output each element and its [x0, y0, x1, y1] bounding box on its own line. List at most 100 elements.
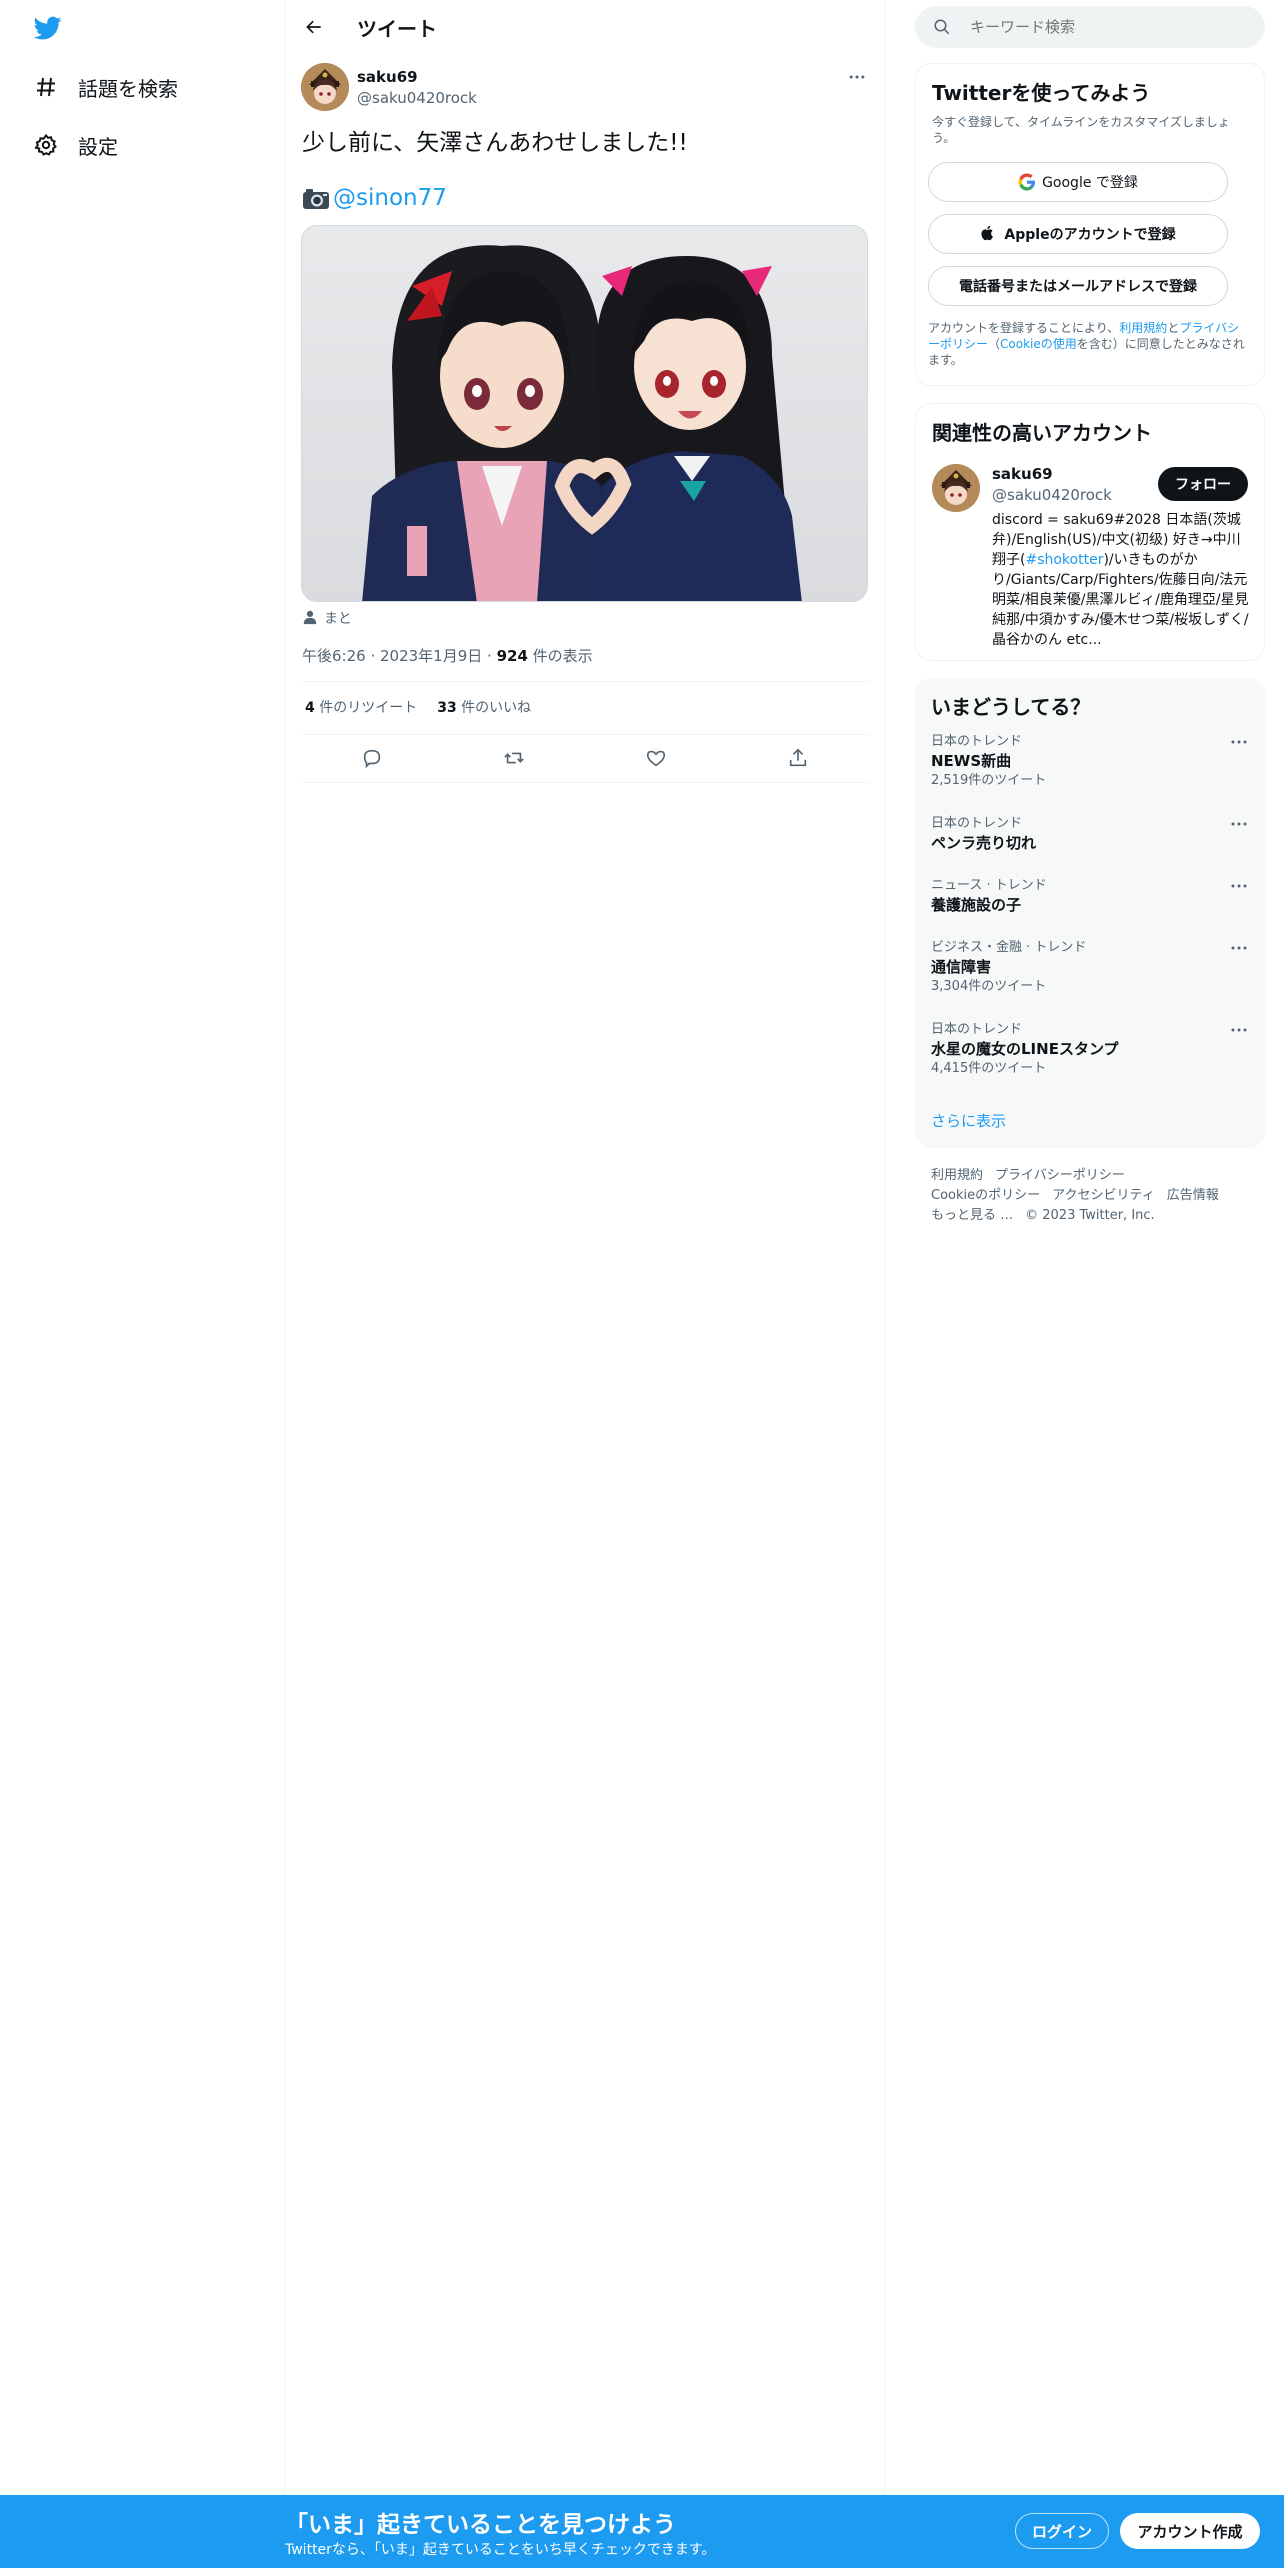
terms-prefix: アカウントを登録することにより、 — [928, 321, 1120, 335]
more-icon[interactable] — [1229, 878, 1249, 894]
trend-item[interactable]: 日本のトレンド NEWS新曲 2,519件のツイート — [931, 734, 1249, 790]
google-signup-label: Google で登録 — [1042, 175, 1138, 191]
bottom-bar-subtitle: Twitterなら、「いま」起きていることをいち早くチェックできます。 — [285, 2542, 716, 2558]
views-label: 件の表示 — [527, 647, 593, 665]
footer-link[interactable]: 利用規約 — [931, 1168, 983, 1183]
reply-icon[interactable] — [359, 745, 385, 771]
related-bio: discord = saku69#2028 日本語(茨城弁)/English(U… — [992, 510, 1254, 650]
tweet-photo[interactable] — [301, 225, 868, 602]
nav-item-label: 設定 — [78, 134, 118, 159]
left-nav: 話題を検索 設定 — [0, 0, 285, 2495]
header: ツイート — [285, 0, 885, 53]
follow-button[interactable]: フォロー — [1158, 467, 1248, 501]
tagged-user-name: まと — [324, 611, 352, 627]
retweets-count: 4 — [305, 700, 315, 716]
login-button[interactable]: ログイン — [1015, 2513, 1109, 2549]
related-name[interactable]: saku69 — [992, 465, 1053, 483]
divider — [301, 782, 869, 783]
more-icon[interactable] — [1229, 734, 1249, 750]
photo-credit: @sinon77 — [302, 182, 447, 214]
nav-item-settings[interactable]: 設定 — [32, 125, 118, 165]
phone-signup-button[interactable]: 電話番号またはメールアドレスで登録 — [928, 266, 1228, 306]
more-icon[interactable] — [845, 67, 869, 87]
phone-signup-label: 電話番号またはメールアドレスで登録 — [959, 279, 1197, 295]
terms-paren: （ — [988, 337, 1001, 351]
retweets-label: 件のリツイート — [314, 700, 418, 716]
tweet-stats: 4 件のリツイート 33 件のいいね — [305, 697, 551, 717]
trend-name: ペンラ売り切れ — [931, 834, 1037, 852]
likes-label: 件のいいね — [456, 700, 532, 716]
trend-count: 4,415件のツイート — [931, 1061, 1047, 1076]
create-account-button[interactable]: アカウント作成 — [1120, 2513, 1260, 2549]
bio-hashtag-link[interactable]: #shokotter — [1025, 552, 1103, 568]
more-icon[interactable] — [1229, 940, 1249, 956]
trend-context: 日本のトレンド — [931, 1022, 1023, 1037]
share-icon[interactable] — [785, 745, 811, 771]
signup-title: Twitterを使ってみよう — [932, 81, 1151, 105]
cookie-link[interactable]: Cookieの使用 — [1000, 337, 1077, 351]
trend-count: 2,519件のツイート — [931, 773, 1047, 788]
search-box[interactable] — [915, 6, 1265, 48]
footer-link[interactable]: 広告情報 — [1167, 1188, 1219, 1203]
signup-subtitle: 今すぐ登録して、タイムラインをカスタマイズしましょう。 — [932, 115, 1230, 145]
google-signup-button[interactable]: Google で登録 — [928, 162, 1228, 202]
author-name[interactable]: saku69 — [357, 68, 418, 86]
likes-count: 33 — [437, 700, 457, 716]
trend-name: 通信障害 — [931, 958, 992, 976]
more-icon[interactable] — [1229, 816, 1249, 832]
author-handle[interactable]: @saku0420rock — [357, 89, 477, 107]
terms-link[interactable]: 利用規約 — [1119, 321, 1167, 335]
divider — [301, 681, 869, 682]
apple-signup-label: Appleのアカウントで登録 — [1004, 227, 1176, 243]
footer-link[interactable]: プライバシーポリシー — [995, 1168, 1125, 1183]
related-accounts-card: 関連性の高いアカウント saku69 @saku0420rock フォロー di… — [915, 403, 1265, 661]
trend-name: NEWS新曲 — [931, 752, 1012, 770]
footer: 利用規約 プライバシーポリシー Cookieのポリシー アクセシビリティ 広告情報 も… — [931, 1166, 1261, 1226]
like-icon[interactable] — [643, 745, 669, 771]
trend-item[interactable]: 日本のトレンド ペンラ売り切れ — [931, 816, 1249, 854]
trend-count: 3,304件のツイート — [931, 979, 1047, 994]
footer-link[interactable]: もっと見る … — [931, 1208, 1013, 1223]
bottom-bar-title: 「いま」起きていることを見つけよう — [285, 2512, 676, 2538]
trend-item[interactable]: 日本のトレンド 水星の魔女のLINEスタンプ 4,415件のツイート — [931, 1022, 1249, 1078]
page-title: ツイート — [357, 17, 437, 41]
person-icon — [302, 609, 320, 627]
trend-item[interactable]: ニュース · トレンド 養護施設の子 — [931, 878, 1249, 916]
tweet-time[interactable]: 午後6:26 — [302, 647, 366, 665]
trends-title: いまどうしてる？ — [931, 695, 1091, 719]
twitter-bird-icon[interactable] — [32, 14, 64, 42]
likes-stat[interactable]: 33 件のいいね — [437, 697, 531, 717]
avatar[interactable] — [301, 63, 349, 111]
trend-context: ビジネス・金融 · トレンド — [931, 940, 1087, 955]
tagged-users[interactable]: まと — [302, 608, 352, 628]
views-count: 924 — [496, 647, 528, 665]
tweet-actions — [301, 742, 869, 774]
footer-link[interactable]: Cookieのポリシー — [931, 1188, 1040, 1203]
related-title: 関連性の高いアカウント — [932, 421, 1152, 445]
avatar[interactable] — [932, 464, 980, 512]
hashtag-icon — [32, 73, 60, 101]
related-handle[interactable]: @saku0420rock — [992, 486, 1112, 504]
terms-text: アカウントを登録することにより、利用規約とプライバシーポリシー（Cookieの使… — [928, 320, 1248, 368]
trend-item[interactable]: ビジネス・金融 · トレンド 通信障害 3,304件のツイート — [931, 940, 1249, 996]
nav-item-explore[interactable]: 話題を検索 — [32, 67, 178, 107]
search-input[interactable] — [970, 16, 1240, 38]
copyright: © 2023 Twitter, Inc. — [1025, 1208, 1155, 1223]
retweets-stat[interactable]: 4 件のリツイート — [305, 697, 417, 717]
trend-context: 日本のトレンド — [931, 734, 1023, 749]
tweet-text: 少し前に、矢澤さんあわせしました!! — [302, 130, 688, 156]
bottom-signup-bar: 「いま」起きていることを見つけよう Twitterなら、「いま」起きていることを… — [0, 2495, 1284, 2568]
retweet-icon[interactable] — [501, 745, 527, 771]
more-icon[interactable] — [1229, 1022, 1249, 1038]
show-more-link[interactable]: さらに表示 — [931, 1110, 1006, 1131]
camera-icon — [302, 187, 330, 209]
tweet-date[interactable]: 2023年1月9日 — [380, 647, 482, 665]
nav-item-label: 話題を検索 — [78, 76, 178, 101]
trend-name: 養護施設の子 — [931, 896, 1022, 914]
terms-and: と — [1167, 321, 1180, 335]
credit-mention-link[interactable]: @sinon77 — [333, 182, 447, 214]
apple-signup-button[interactable]: Appleのアカウントで登録 — [928, 214, 1228, 254]
google-icon — [1018, 173, 1036, 191]
footer-link[interactable]: アクセシビリティ — [1052, 1188, 1155, 1203]
arrow-left-icon[interactable] — [301, 14, 327, 40]
